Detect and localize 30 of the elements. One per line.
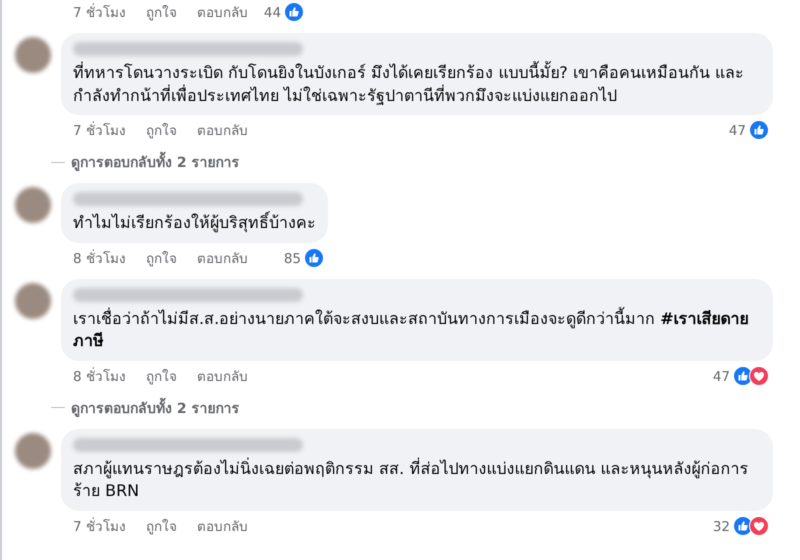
like-link[interactable]: ถูกใจ — [146, 119, 177, 142]
reply-link[interactable]: ตอบกลับ — [196, 246, 248, 269]
like-link[interactable]: ถูกใจ — [146, 364, 177, 387]
reply-link[interactable]: ตอบกลับ — [196, 514, 248, 537]
reply-link[interactable]: ตอบกลับ — [196, 1, 248, 24]
comment-time[interactable]: 8 ชั่วโมง — [73, 364, 126, 387]
comment-text: เราเชื่อว่าถ้าไม่มีส.ส.อย่างนายภาคใต้จะสงบและสถาบันทางการเมืองจะดูดีกว่านี้มาก #เราเสียดายภาษี — [73, 308, 750, 352]
comment-text: ทำไมไม่เรียกร้องให้ผู้บริสุทธิ์บ้างคะ — [73, 212, 316, 234]
comment-time[interactable]: 7 ชั่วโมง — [73, 514, 126, 537]
avatar-placeholder — [15, 282, 51, 319]
reaction-count: 47 — [728, 122, 746, 142]
avatar-placeholder — [15, 432, 51, 469]
comment-time[interactable]: 8 ชั่วโมง — [73, 246, 126, 269]
comment-time[interactable]: 7 ชั่วโมง — [73, 119, 126, 142]
reaction-count: 44 — [264, 4, 282, 23]
reaction-count: 47 — [712, 368, 730, 387]
avatar-placeholder — [15, 37, 51, 74]
reply-link[interactable]: ตอบกลับ — [196, 364, 248, 387]
view-replies-link[interactable]: ดูการตอบกลับทั้ง 2 รายการ — [71, 151, 240, 174]
like-link[interactable]: ถูกใจ — [146, 514, 177, 537]
reaction-count: 85 — [284, 250, 301, 269]
reaction-count: 32 — [712, 518, 730, 537]
comment-text: สภาผู้แทนราษฎรต้องไม่นิ่งเฉยต่อพฤติกรรม สส. ที่ส่อไปทางแบ่งแยกดินแดน และหนุนหลังผู้ก่อการร้าย BRN — [73, 458, 750, 502]
comment-text: ที่ทหารโดนวางระเบิด กับโดนยิงในบังเกอร์ มึงได้เคยเรียกร้อง แบบนี้มั้ย? เขาคือคนเหมือนกัน และกำลังทำกน้าที่เพื่อประเทศไทย ไม่ใช่เฉพาะรัฐปาตานีที่พวกมึงจะแบ่งแยกออกไป — [73, 62, 745, 107]
like-link[interactable]: ถูกใจ — [146, 246, 177, 269]
avatar-placeholder — [15, 187, 51, 224]
reply-link[interactable]: ตอบกลับ — [196, 119, 248, 142]
view-replies-link[interactable]: ดูการตอบกลับทั้ง 2 รายการ — [71, 396, 240, 419]
comment-time[interactable]: 7 ชั่วโมง — [73, 1, 126, 24]
like-link[interactable]: ถูกใจ — [146, 1, 177, 24]
